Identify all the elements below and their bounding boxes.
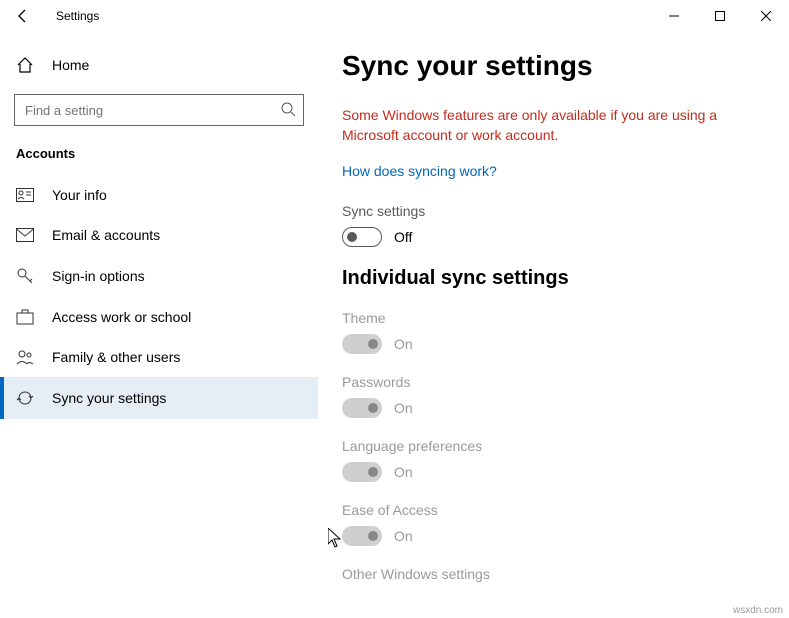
sidebar-item-email[interactable]: Email & accounts [0, 215, 318, 255]
home-label: Home [52, 57, 89, 73]
window-controls [651, 0, 789, 32]
sync-settings-toggle[interactable] [342, 227, 382, 247]
passwords-toggle [342, 398, 382, 418]
ease-toggle [342, 526, 382, 546]
theme-state: On [394, 336, 413, 352]
language-state: On [394, 464, 413, 480]
sidebar-item-label: Family & other users [52, 349, 180, 365]
home-icon [16, 56, 34, 74]
titlebar: Settings [0, 0, 789, 32]
sidebar-item-label: Your info [52, 187, 107, 203]
home-button[interactable]: Home [0, 48, 318, 82]
sidebar-item-label: Email & accounts [52, 227, 160, 243]
sidebar: Home Accounts Your info Email & accounts… [0, 32, 318, 618]
main-content: Sync your settings Some Windows features… [318, 32, 789, 618]
search-box[interactable] [14, 94, 304, 126]
ease-label: Ease of Access [342, 502, 759, 518]
theme-label: Theme [342, 310, 759, 326]
ease-state: On [394, 528, 413, 544]
section-header: Accounts [0, 146, 318, 175]
language-toggle [342, 462, 382, 482]
back-arrow-icon [15, 8, 31, 24]
passwords-label: Passwords [342, 374, 759, 390]
language-label: Language preferences [342, 438, 759, 454]
close-icon [761, 11, 771, 21]
sync-settings-state: Off [394, 229, 412, 245]
sidebar-item-label: Sync your settings [52, 390, 166, 406]
warning-text: Some Windows features are only available… [342, 106, 722, 145]
maximize-icon [715, 11, 725, 21]
people-icon [16, 349, 34, 365]
close-button[interactable] [743, 0, 789, 32]
sidebar-item-your-info[interactable]: Your info [0, 175, 318, 215]
sidebar-item-family[interactable]: Family & other users [0, 337, 318, 377]
subheading: Individual sync settings [342, 267, 759, 290]
search-input[interactable] [14, 94, 304, 126]
mail-icon [16, 228, 34, 242]
key-icon [16, 267, 34, 285]
passwords-state: On [394, 400, 413, 416]
sync-icon [16, 389, 34, 407]
sidebar-item-label: Access work or school [52, 309, 191, 325]
watermark: wsxdn.com [733, 605, 783, 616]
page-title: Sync your settings [342, 50, 759, 82]
help-link[interactable]: How does syncing work? [342, 163, 497, 179]
search-icon [280, 101, 296, 117]
window-title: Settings [46, 9, 99, 23]
briefcase-icon [16, 309, 34, 325]
sidebar-item-work[interactable]: Access work or school [0, 297, 318, 337]
maximize-button[interactable] [697, 0, 743, 32]
sidebar-item-label: Sign-in options [52, 268, 145, 284]
back-button[interactable] [0, 0, 46, 32]
minimize-button[interactable] [651, 0, 697, 32]
sidebar-item-sync[interactable]: Sync your settings [0, 377, 318, 419]
person-card-icon [16, 188, 34, 202]
theme-toggle [342, 334, 382, 354]
minimize-icon [669, 11, 679, 21]
sidebar-item-signin[interactable]: Sign-in options [0, 255, 318, 297]
sync-settings-label: Sync settings [342, 203, 759, 219]
other-label: Other Windows settings [342, 566, 759, 582]
